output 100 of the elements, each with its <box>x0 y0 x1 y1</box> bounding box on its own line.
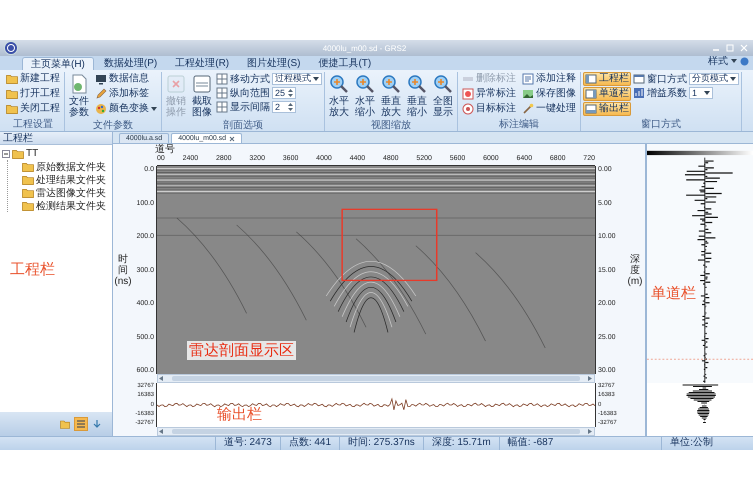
ribbon-group-label: 窗口方式 <box>640 119 682 131</box>
ribbon-tab[interactable]: 便捷工具(T) <box>310 57 380 70</box>
palette-icon <box>95 103 107 115</box>
ribbon-toggle-button[interactable]: 输出栏 <box>583 102 631 116</box>
ribbon-menu-button[interactable]: 颜色变换 <box>93 102 159 116</box>
panel-title: 工程栏 <box>0 132 112 145</box>
ribbon-group-label: 标注编辑 <box>498 119 540 131</box>
folder-icon <box>12 148 24 158</box>
tree-item[interactable]: 处理结果文件夹 <box>36 172 106 186</box>
tree-item[interactable]: 检测结果文件夹 <box>36 198 106 212</box>
close-icon <box>229 136 236 142</box>
tree-item[interactable]: 原始数据文件夹 <box>36 160 106 174</box>
field-label: 移动方式 <box>230 72 270 86</box>
folder-icon <box>6 89 18 99</box>
magnifier-icon <box>355 74 375 94</box>
pencil-icon <box>95 88 107 100</box>
ribbon-button[interactable]: 垂直缩小 <box>405 72 429 120</box>
annotation-label: 单道栏 <box>651 284 696 303</box>
image-icon <box>522 88 534 100</box>
dropdown-field[interactable]: 分页模式 <box>689 72 739 84</box>
caret-icon <box>151 107 157 111</box>
tree-item[interactable]: TT <box>26 148 38 159</box>
magnifier-icon <box>407 74 427 94</box>
list-icon <box>76 419 86 429</box>
tree-item[interactable]: 雷达图像文件夹 <box>36 186 106 200</box>
ribbon-tab[interactable]: 主页菜单(H) <box>22 57 94 70</box>
field-label: 增益系数 <box>647 86 687 100</box>
circle-mark-icon <box>462 88 474 100</box>
caret-icon <box>730 76 736 80</box>
folder-icon <box>6 104 18 114</box>
spin-field[interactable]: 2 <box>272 100 296 112</box>
grid-icon <box>216 72 228 84</box>
ribbon-tab[interactable]: 工程处理(R) <box>167 57 238 70</box>
ribbon-button[interactable]: 关闭工程 <box>4 102 62 116</box>
ribbon-button[interactable]: 垂直放大 <box>379 72 403 120</box>
scroll-right-icon[interactable] <box>588 429 593 434</box>
folder-icon <box>6 74 18 84</box>
dropdown-field[interactable]: 1 <box>689 86 713 98</box>
scroll-right-icon[interactable] <box>588 376 593 381</box>
ribbon-button[interactable]: 水平缩小 <box>353 72 377 120</box>
magnifier-icon <box>433 74 453 94</box>
status-text: 时间: 275.37ns <box>339 437 423 450</box>
ribbon-button[interactable]: 数据信息 <box>93 72 159 86</box>
caret-icon <box>731 59 737 63</box>
tool-button[interactable] <box>74 417 88 431</box>
status-text: 深度: 15.71m <box>422 437 499 450</box>
ribbon-button[interactable]: 保存图像 <box>520 87 578 101</box>
style-menu[interactable]: 样式 <box>708 54 728 68</box>
ribbon-tab[interactable]: 数据处理(P) <box>96 57 166 70</box>
ribbon-group-label: 剖面选项 <box>222 120 264 132</box>
ribbon-group-label: 文件参数 <box>92 120 134 132</box>
horizontal-scrollbar[interactable] <box>157 427 595 436</box>
spinner-icon <box>288 102 293 110</box>
target-icon <box>462 103 474 115</box>
monitor-icon <box>95 73 107 85</box>
ribbon-toggle-button[interactable]: 单道栏 <box>583 87 631 101</box>
window-title: 4000lu_m00.sd - GRS2 <box>322 44 408 52</box>
note-icon <box>522 73 534 85</box>
scroll-left-icon[interactable] <box>159 376 164 381</box>
folder-icon <box>60 420 70 428</box>
grid-icon <box>216 86 228 98</box>
ribbon-button[interactable]: 目标标注 <box>460 102 518 116</box>
collapse-icon[interactable] <box>2 150 10 158</box>
ribbon-button[interactable]: 文件参数 <box>67 72 91 120</box>
panel-icon <box>585 88 597 100</box>
folder-icon <box>22 162 34 172</box>
ribbon-button[interactable]: 添加注释 <box>520 72 578 86</box>
folder-icon <box>22 188 34 198</box>
picture-frame-icon <box>192 74 212 94</box>
gain-icon <box>633 86 645 98</box>
ribbon-toggle-button[interactable]: 工程栏 <box>583 72 631 86</box>
horizontal-scrollbar[interactable] <box>157 374 595 383</box>
ribbon-group-label: 视图缩放 <box>370 120 412 132</box>
magnifier-icon <box>329 74 349 94</box>
grid-icon <box>216 100 228 112</box>
ribbon-button[interactable]: 添加标签 <box>93 87 159 101</box>
axis-title: 道号 <box>155 144 176 155</box>
caret-icon <box>313 76 319 80</box>
caret-icon <box>704 90 710 94</box>
ribbon-button[interactable]: 水平放大 <box>327 72 351 120</box>
spin-field[interactable]: 25 <box>272 86 296 98</box>
app-logo-icon <box>4 41 18 55</box>
ribbon-button[interactable]: 新建工程 <box>4 72 62 86</box>
axis-title: 深度(m) <box>626 254 644 286</box>
ribbon-button[interactable]: 截取图像 <box>190 72 214 120</box>
ribbon-button[interactable]: 异常标注 <box>460 87 518 101</box>
field-label: 显示间隔 <box>230 100 270 114</box>
panel-icon <box>585 103 597 115</box>
ribbon-button[interactable]: 全图显示 <box>431 72 455 120</box>
scroll-left-icon[interactable] <box>159 429 164 434</box>
ribbon-tab[interactable]: 图片处理(S) <box>239 57 308 70</box>
annotation-label: 输出栏 <box>217 405 262 424</box>
panel-icon <box>585 73 597 85</box>
window-icon <box>633 72 645 84</box>
status-text: 点数: 441 <box>280 437 340 450</box>
ribbon-button[interactable]: 一键处理 <box>520 102 578 116</box>
dropdown-field[interactable]: 过程模式 <box>272 72 322 84</box>
folder-icon <box>22 200 34 210</box>
ribbon-button[interactable]: 打开工程 <box>4 87 62 101</box>
spinner-icon <box>288 88 293 96</box>
